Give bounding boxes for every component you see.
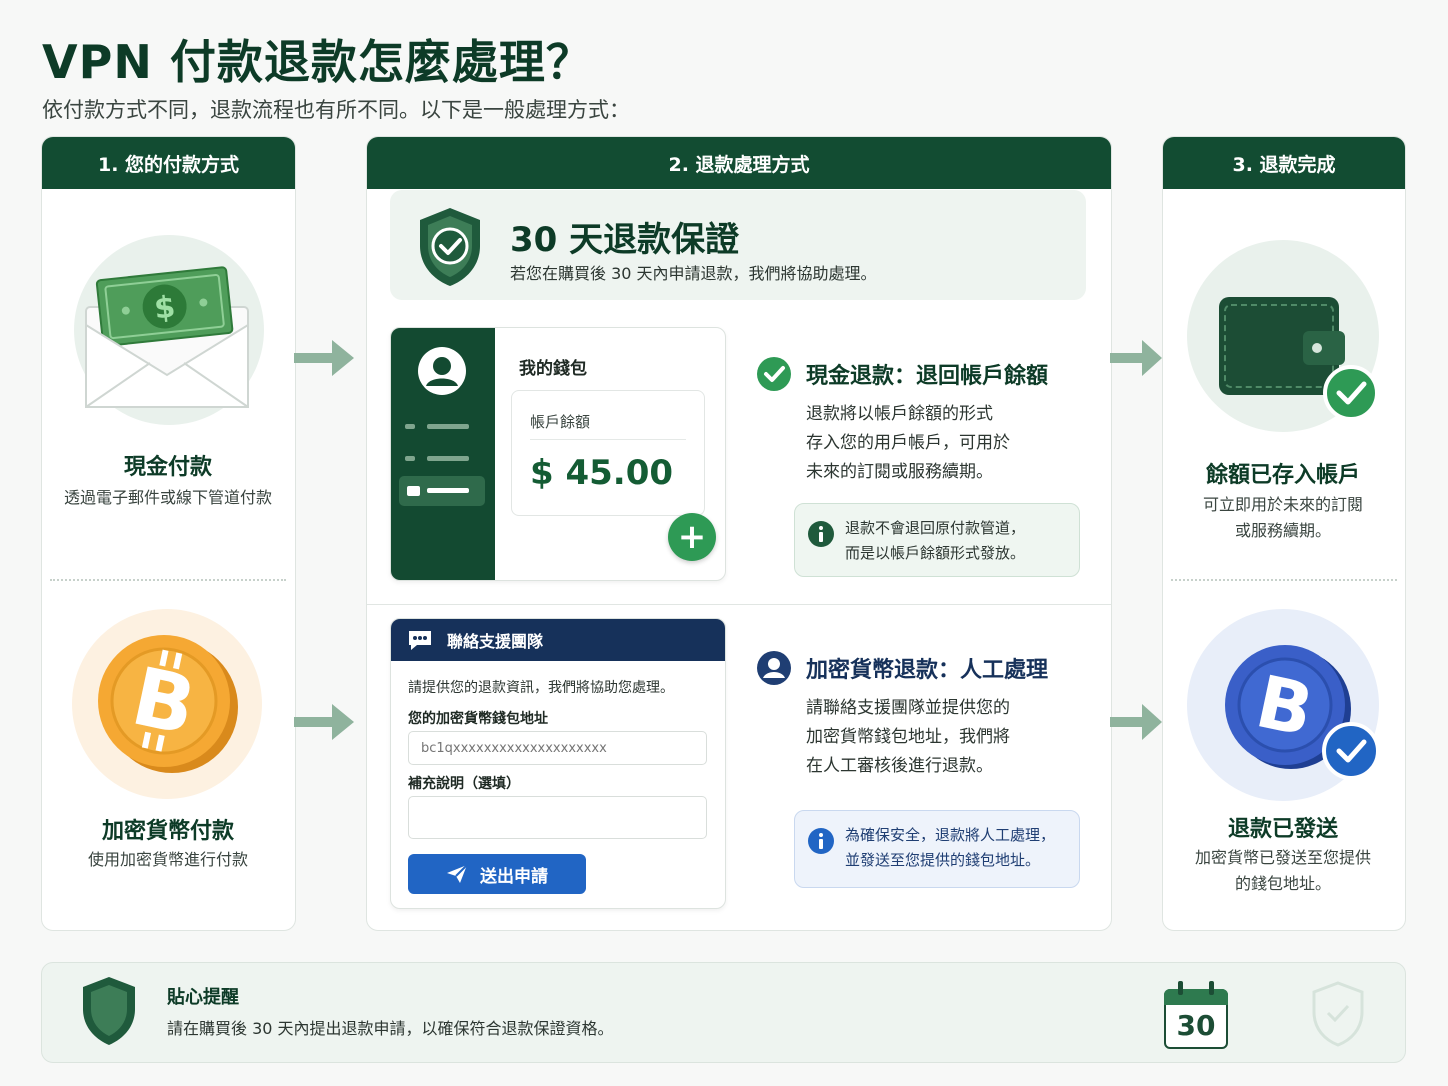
balance-label: 帳戶餘額 xyxy=(530,413,591,431)
send-icon xyxy=(447,864,468,883)
arrow-right-icon xyxy=(294,340,354,376)
divider xyxy=(50,579,286,581)
user-icon xyxy=(757,651,791,685)
guarantee-banner: 30 天退款保證 若您在購買後 30 天內申請退款，我們將協助處理。 xyxy=(390,190,1086,300)
page-title: VPN 付款退款怎麼處理？ xyxy=(42,35,593,89)
cash-refund-title: 現金退款：退回帳戶餘額 xyxy=(806,364,1049,389)
check-circle-icon xyxy=(757,357,791,391)
wallet-sidebar xyxy=(391,328,495,580)
reminder-title: 貼心提醒 xyxy=(167,987,239,1008)
note-line: 為確保安全，退款將人工處理， xyxy=(845,826,1056,844)
shield-check-icon xyxy=(420,208,480,286)
shield-check-watermark-icon xyxy=(1312,981,1364,1047)
cash-refund-note: 退款不會退回原付款管道， 而是以帳戶餘額形式發放。 xyxy=(794,503,1080,577)
submit-label: 送出申請 xyxy=(480,866,548,887)
note-textarea[interactable] xyxy=(408,796,707,839)
menu-line xyxy=(427,424,469,429)
support-form-title: 聯絡支援團隊 xyxy=(447,632,544,651)
desc-line: 或服務續期。 xyxy=(1234,521,1331,540)
guarantee-title: 30 天退款保證 xyxy=(510,220,740,260)
note-label: 補充說明（選填） xyxy=(408,776,520,792)
payment-method-column: 1. 您的付款方式 $ 現金付款 透過電子郵件或線下管道付款 B 加密貨幣付款 … xyxy=(41,136,296,931)
menu-bullet xyxy=(405,456,415,461)
balance-value: $ 45.00 xyxy=(530,453,674,493)
wallet-address-input[interactable] xyxy=(408,731,707,765)
cash-refund-line: 存入您的用戶帳戶，可用於 xyxy=(806,433,1010,453)
crypto-note-text: 為確保安全，退款將人工處理， 並發送至您提供的錢包地址。 xyxy=(845,823,1055,873)
support-form-header: 聯絡支援團隊 xyxy=(391,619,725,661)
cash-payment-title: 現金付款 xyxy=(123,455,212,480)
divider xyxy=(367,604,1111,605)
arrow-right-icon xyxy=(294,704,354,740)
column-header-refund: 2. 退款處理方式 xyxy=(367,137,1111,189)
balance-card: 帳戶餘額 $ 45.00 xyxy=(511,390,705,516)
refund-complete-column: 3. 退款完成 餘額已存入帳戶 可立即用於未來的訂閱 或服務續期。 B 退款已發… xyxy=(1162,136,1406,931)
avatar xyxy=(418,347,466,395)
sidebar-item-wallet[interactable] xyxy=(399,476,485,506)
desc-line: 加密貨幣已發送至您提供 xyxy=(1194,848,1371,867)
wallet-card: 我的錢包 帳戶餘額 $ 45.00 + xyxy=(390,327,726,581)
crypto-payment-desc: 使用加密貨幣進行付款 xyxy=(87,850,248,869)
shield-icon xyxy=(83,977,135,1045)
crypto-payment-title: 加密貨幣付款 xyxy=(101,819,234,844)
reminder-banner: 貼心提醒 請在購買後 30 天內提出退款申請，以確保符合退款保證資格。 30 xyxy=(41,962,1406,1063)
wallet-icon xyxy=(1219,297,1379,421)
menu-line xyxy=(427,488,469,493)
wallet-title: 我的錢包 xyxy=(519,359,587,379)
cash-refund-desc: 退款將以帳戶餘額的形式 存入您的用戶帳戶，可用於 未來的訂閱或服務續期。 xyxy=(806,400,1010,487)
refund-sent-desc: 加密貨幣已發送至您提供 的錢包地址。 xyxy=(1163,845,1403,897)
wallet-icon xyxy=(407,486,420,496)
support-form: 聯絡支援團隊 請提供您的退款資訊，我們將協助您處理。 您的加密貨幣錢包地址 補充… xyxy=(390,618,726,909)
balance-credited-desc: 可立即用於未來的訂閱 或服務續期。 xyxy=(1163,492,1403,544)
crypto-refund-note: 為確保安全，退款將人工處理， 並發送至您提供的錢包地址。 xyxy=(794,810,1080,888)
wallet-address-label: 您的加密貨幣錢包地址 xyxy=(408,711,548,727)
balance-credited-title: 餘額已存入帳戶 xyxy=(1205,463,1360,488)
crypto-refund-title: 加密貨幣退款：人工處理 xyxy=(806,658,1049,683)
cash-note-text: 退款不會退回原付款管道， 而是以帳戶餘額形式發放。 xyxy=(845,516,1025,566)
svg-text:$: $ xyxy=(153,290,177,327)
cash-refund-line: 未來的訂閱或服務續期。 xyxy=(806,462,993,482)
calendar-icon: 30 xyxy=(1164,981,1228,1049)
guarantee-desc: 若您在購買後 30 天內申請退款，我們將協助處理。 xyxy=(510,264,877,283)
info-icon xyxy=(808,521,834,547)
divider xyxy=(1171,579,1397,581)
form-intro: 請提供您的退款資訊，我們將協助您處理。 xyxy=(408,680,674,696)
desc-line: 的錢包地址。 xyxy=(1234,874,1331,893)
desc-line: 可立即用於未來的訂閱 xyxy=(1202,495,1363,514)
column-header-complete: 3. 退款完成 xyxy=(1163,137,1405,189)
bitcoin-coin-icon: B xyxy=(98,635,238,773)
crypto-refund-line: 請聯絡支援團隊並提供您的 xyxy=(806,698,1010,718)
chat-icon xyxy=(409,631,431,650)
note-line: 退款不會退回原付款管道， xyxy=(845,519,1026,537)
reminder-desc: 請在購買後 30 天內提出退款申請，以確保符合退款保證資格。 xyxy=(167,1019,614,1038)
crypto-refund-line: 加密貨幣錢包地址，我們將 xyxy=(806,727,1010,747)
add-balance-button[interactable]: + xyxy=(668,513,716,561)
crypto-refund-desc: 請聯絡支援團隊並提供您的 加密貨幣錢包地址，我們將 在人工審核後進行退款。 xyxy=(806,694,1010,781)
crypto-refund-line: 在人工審核後進行退款。 xyxy=(806,756,993,776)
cash-refund-line: 退款將以帳戶餘額的形式 xyxy=(806,404,993,424)
menu-bullet xyxy=(405,424,415,429)
money-envelope-icon: $ xyxy=(85,266,249,408)
submit-button[interactable]: 送出申請 xyxy=(408,854,586,894)
info-icon xyxy=(808,828,834,854)
refund-sent-title: 退款已發送 xyxy=(1227,817,1338,842)
cash-payment-desc: 透過電子郵件或線下管道付款 xyxy=(63,488,272,507)
calendar-day: 30 xyxy=(1176,1009,1216,1042)
page-subtitle: 依付款方式不同，退款流程也有所不同。以下是一般處理方式： xyxy=(42,98,630,122)
bitcoin-sent-icon: B xyxy=(1225,645,1380,780)
note-line: 而是以帳戶餘額形式發放。 xyxy=(845,544,1026,562)
menu-line xyxy=(427,456,469,461)
divider xyxy=(530,439,686,440)
column-header-payment: 1. 您的付款方式 xyxy=(42,137,295,189)
note-line: 並發送至您提供的錢包地址。 xyxy=(845,851,1041,869)
